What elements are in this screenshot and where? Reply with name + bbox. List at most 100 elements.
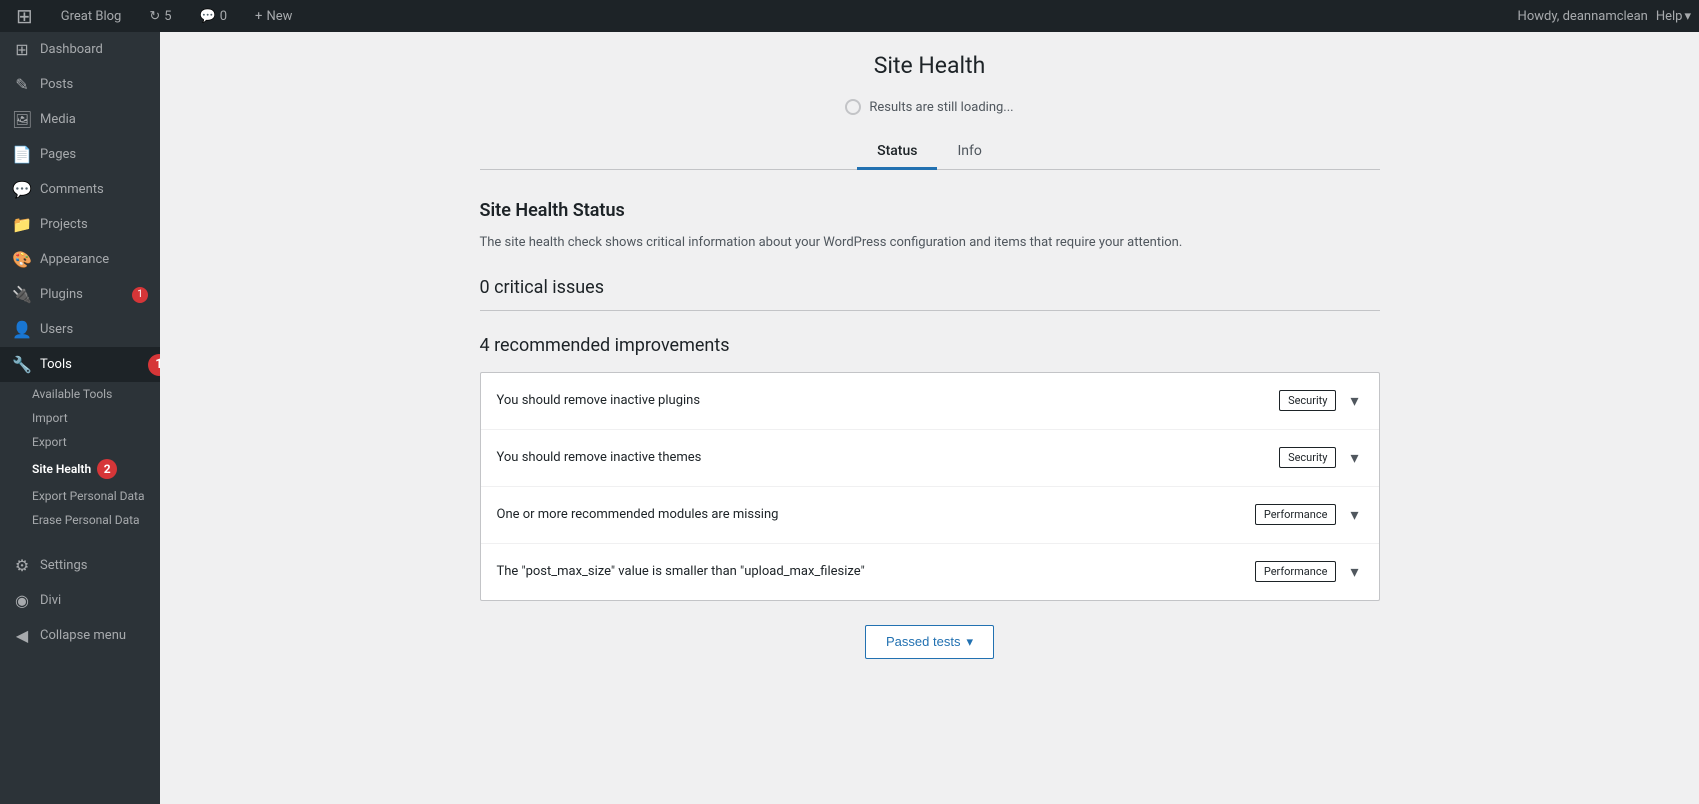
page-title: Site Health: [480, 52, 1380, 79]
sidebar-item-label: Dashboard: [40, 42, 103, 57]
sidebar-item-label: Comments: [40, 182, 104, 197]
sidebar-item-collapse[interactable]: ◀ Collapse menu: [0, 618, 160, 653]
sidebar-item-posts[interactable]: ✎ Posts: [0, 67, 160, 102]
chevron-down-icon[interactable]: ▾: [1346, 444, 1362, 472]
status-section: Site Health Status The site health check…: [480, 170, 1380, 689]
submenu-label: Import: [32, 411, 68, 425]
posts-icon: ✎: [12, 75, 32, 94]
updates-item[interactable]: ↻ 5: [141, 0, 179, 32]
user-greeting: Howdy, deannamclean: [1518, 9, 1648, 24]
section-title: Site Health Status: [480, 200, 1380, 221]
sidebar-item-label: Appearance: [40, 252, 109, 267]
submenu-label: Available Tools: [32, 387, 112, 401]
content-area: Site Health Results are still loading...…: [160, 32, 1699, 804]
site-name-item[interactable]: Great Blog: [53, 0, 130, 32]
new-label: New: [266, 9, 292, 24]
loading-circle: [845, 99, 861, 115]
sidebar-item-users[interactable]: 👤 Users: [0, 312, 160, 347]
issue-item[interactable]: You should remove inactive plugins Secur…: [481, 373, 1379, 430]
adminbar-right: Howdy, deannamclean Help ▾: [1518, 9, 1691, 24]
issue-tag-performance: Performance: [1255, 504, 1337, 525]
chevron-down-icon[interactable]: ▾: [1346, 387, 1362, 415]
submenu-item-site-health[interactable]: Site Health 2: [0, 454, 160, 484]
collapse-icon: ◀: [12, 626, 32, 645]
tools-step-badge: 1: [148, 354, 160, 376]
plugins-icon: 🔌: [12, 285, 32, 304]
sidebar-item-comments[interactable]: 💬 Comments: [0, 172, 160, 207]
improvements-count: 4 recommended improvements: [480, 335, 1380, 356]
sidebar-item-label: Users: [40, 322, 73, 337]
sidebar: ⊞ Dashboard ✎ Posts 🖼 Media 📄 Pages 💬 Co…: [0, 32, 160, 804]
sidebar-item-tools[interactable]: 🔧 Tools 1: [0, 347, 160, 382]
loading-indicator: Results are still loading...: [480, 99, 1380, 115]
site-name: Great Blog: [61, 9, 122, 24]
passed-tests-button[interactable]: Passed tests ▾: [865, 625, 994, 659]
tab-info[interactable]: Info: [937, 135, 1001, 170]
comments-item[interactable]: 💬 0: [192, 0, 236, 32]
new-item[interactable]: + New: [247, 0, 300, 32]
tabs-container: Status Info: [480, 135, 1380, 170]
comments-icon: 💬: [200, 9, 216, 24]
admin-bar: ⊞ Great Blog ↻ 5 💬 0 + New Howdy, deanna…: [0, 0, 1699, 32]
sidebar-item-pages[interactable]: 📄 Pages: [0, 137, 160, 172]
submenu-label: Export Personal Data: [32, 489, 144, 503]
comments-icon: 💬: [12, 180, 32, 199]
chevron-down-icon: ▾: [966, 634, 973, 650]
sidebar-item-plugins[interactable]: 🔌 Plugins 1: [0, 277, 160, 312]
help-label: Help: [1656, 9, 1683, 24]
wp-icon: ⊞: [16, 4, 33, 28]
projects-icon: 📁: [12, 215, 32, 234]
loading-text: Results are still loading...: [869, 100, 1013, 115]
sidebar-item-label: Divi: [40, 593, 61, 608]
sidebar-item-projects[interactable]: 📁 Projects: [0, 207, 160, 242]
plus-icon: +: [255, 9, 262, 24]
submenu-item-available-tools[interactable]: Available Tools: [0, 382, 160, 406]
pages-icon: 📄: [12, 145, 32, 164]
submenu-label: Site Health: [32, 462, 91, 476]
issue-item[interactable]: One or more recommended modules are miss…: [481, 487, 1379, 544]
users-icon: 👤: [12, 320, 32, 339]
submenu-item-import[interactable]: Import: [0, 406, 160, 430]
help-button[interactable]: Help ▾: [1656, 9, 1691, 24]
dashboard-icon: ⊞: [12, 40, 32, 59]
issue-item[interactable]: You should remove inactive themes Securi…: [481, 430, 1379, 487]
media-icon: 🖼: [12, 110, 32, 129]
submenu-label: Export: [32, 435, 67, 449]
divider: [480, 310, 1380, 311]
sidebar-item-divi[interactable]: ◉ Divi: [0, 583, 160, 618]
sidebar-item-label: Collapse menu: [40, 628, 126, 643]
sidebar-item-label: Projects: [40, 217, 88, 232]
sidebar-item-label: Tools: [40, 357, 72, 372]
issue-tag-security: Security: [1279, 390, 1336, 411]
issue-list: You should remove inactive plugins Secur…: [480, 372, 1380, 601]
submenu-item-export[interactable]: Export: [0, 430, 160, 454]
sidebar-item-appearance[interactable]: 🎨 Appearance: [0, 242, 160, 277]
wp-logo-item[interactable]: ⊞: [8, 0, 41, 32]
settings-icon: ⚙: [12, 556, 32, 575]
tab-status[interactable]: Status: [857, 135, 937, 170]
chevron-down-icon[interactable]: ▾: [1346, 558, 1362, 586]
updates-count: 5: [164, 9, 171, 24]
submenu-item-export-personal-data[interactable]: Export Personal Data: [0, 484, 160, 508]
submenu-label: Erase Personal Data: [32, 513, 140, 527]
adminbar-left: ⊞ Great Blog ↻ 5 💬 0 + New: [8, 0, 1518, 32]
issue-label: The "post_max_size" value is smaller tha…: [497, 564, 1255, 579]
tools-icon: 🔧: [12, 355, 32, 374]
updates-icon: ↻: [149, 9, 160, 24]
sidebar-item-label: Media: [40, 112, 76, 127]
chevron-down-icon[interactable]: ▾: [1346, 501, 1362, 529]
appearance-icon: 🎨: [12, 250, 32, 269]
submenu-item-erase-personal-data[interactable]: Erase Personal Data: [0, 508, 160, 532]
issue-item[interactable]: The "post_max_size" value is smaller tha…: [481, 544, 1379, 600]
critical-issues-count: 0 critical issues: [480, 277, 1380, 298]
chevron-down-icon: ▾: [1684, 9, 1691, 24]
sidebar-item-dashboard[interactable]: ⊞ Dashboard: [0, 32, 160, 67]
main-layout: ⊞ Dashboard ✎ Posts 🖼 Media 📄 Pages 💬 Co…: [0, 32, 1699, 804]
issue-label: You should remove inactive plugins: [497, 393, 1280, 408]
sidebar-item-media[interactable]: 🖼 Media: [0, 102, 160, 137]
sidebar-item-settings[interactable]: ⚙ Settings: [0, 548, 160, 583]
sidebar-item-label: Plugins: [40, 287, 83, 302]
sidebar-item-label: Settings: [40, 558, 87, 573]
issue-label: You should remove inactive themes: [497, 450, 1280, 465]
plugins-badge: 1: [132, 287, 148, 303]
